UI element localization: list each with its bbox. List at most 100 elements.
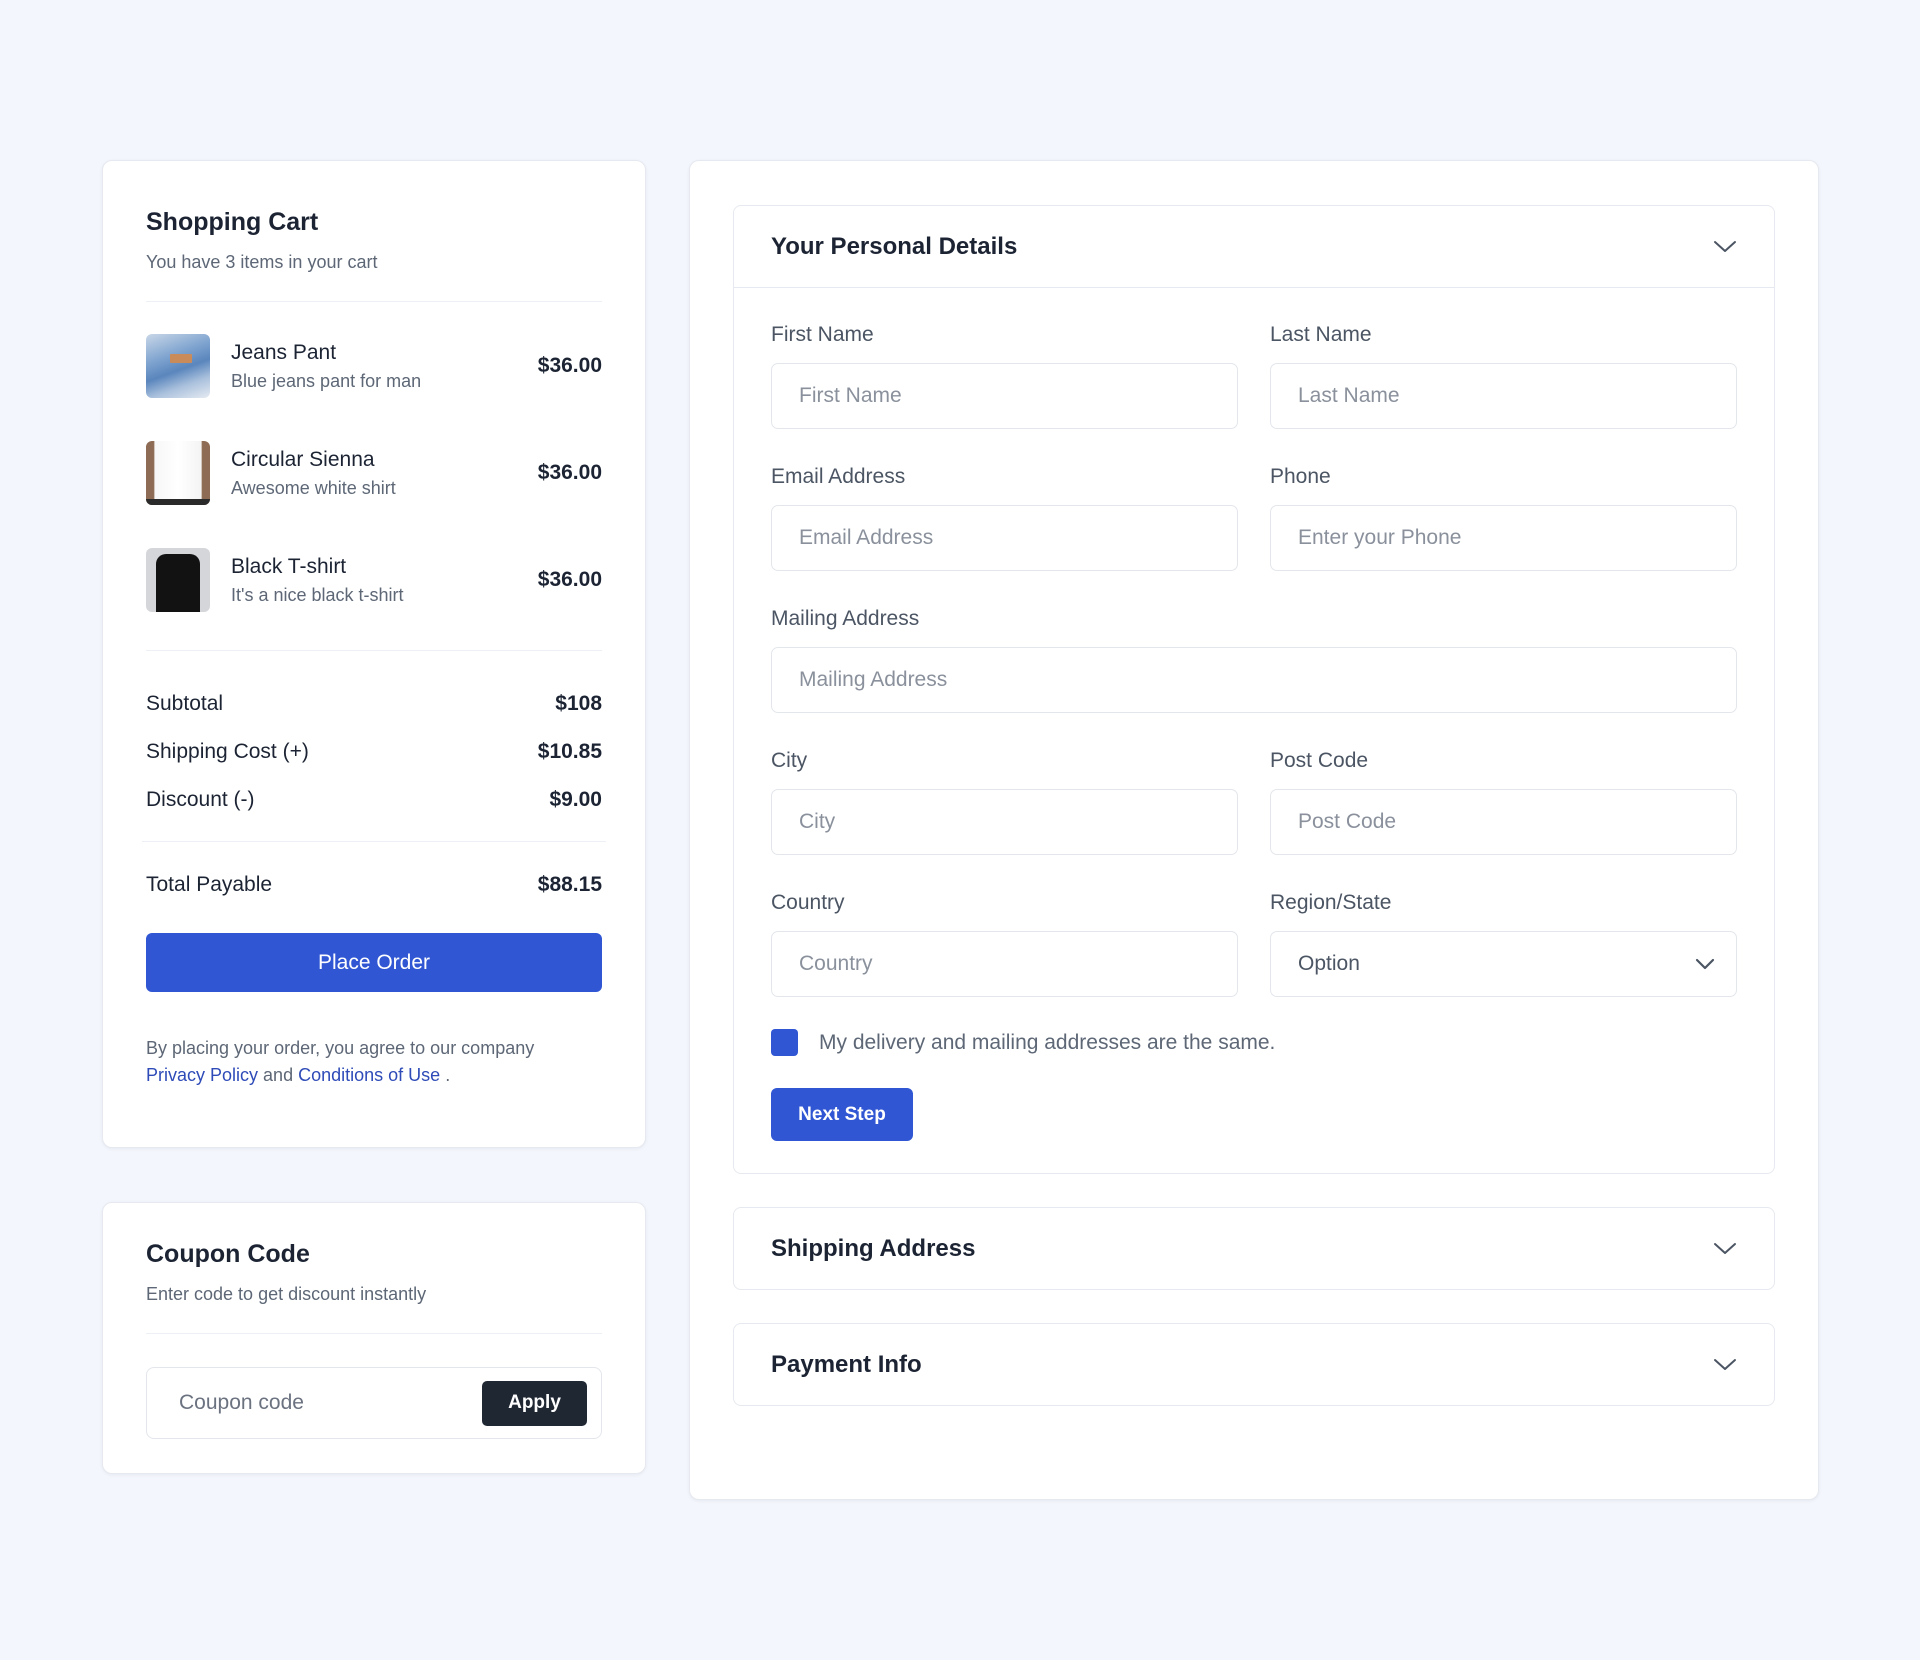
cart-item-name: Jeans Pant bbox=[231, 341, 337, 364]
same-address-checkbox[interactable] bbox=[771, 1029, 798, 1056]
chevron-down-icon[interactable] bbox=[1712, 1352, 1738, 1378]
first-name-field: First Name bbox=[771, 322, 1238, 429]
cart-subtitle: You have 3 items in your cart bbox=[146, 252, 378, 272]
coupon-form: Apply bbox=[146, 1367, 602, 1439]
place-order-button[interactable]: Place Order bbox=[146, 933, 602, 992]
shipping-cost-value: $10.85 bbox=[537, 740, 602, 763]
total-payable-row: Total Payable $88.15 bbox=[146, 872, 602, 898]
black-tshirt-image bbox=[146, 548, 210, 612]
cart-item-description: It's a nice black t-shirt bbox=[231, 585, 404, 605]
shipping-address-title: Shipping Address bbox=[771, 1234, 976, 1262]
coupon-code-card: Coupon Code Enter code to get discount i… bbox=[102, 1202, 646, 1474]
cart-item-name: Circular Sienna bbox=[231, 448, 375, 471]
email-label: Email Address bbox=[771, 465, 906, 488]
form-row: Email Address Phone bbox=[771, 464, 1737, 571]
last-name-field: Last Name bbox=[1270, 322, 1737, 429]
post-code-field: Post Code bbox=[1270, 748, 1737, 855]
region-field: Region/State Option bbox=[1270, 890, 1737, 997]
form-row: First Name Last Name bbox=[771, 322, 1737, 429]
mailing-address-field: Mailing Address bbox=[771, 606, 1737, 713]
white-shirt-image bbox=[146, 441, 210, 505]
cart-item: Circular Sienna Awesome white shirt $36.… bbox=[146, 441, 602, 505]
cart-item-price: $36.00 bbox=[537, 354, 602, 377]
personal-details-accordion: Your Personal Details First Name Last Na… bbox=[733, 205, 1775, 1174]
form-row: Mailing Address bbox=[771, 606, 1737, 713]
total-payable-label: Total Payable bbox=[146, 873, 273, 896]
jeans-pant-image bbox=[146, 334, 210, 398]
payment-info-accordion: Payment Info bbox=[733, 1323, 1775, 1406]
last-name-input[interactable] bbox=[1270, 363, 1737, 429]
cart-item-price: $36.00 bbox=[537, 568, 602, 591]
divider bbox=[142, 841, 606, 842]
payment-info-header[interactable]: Payment Info bbox=[734, 1324, 1774, 1405]
shipping-address-header[interactable]: Shipping Address bbox=[734, 1208, 1774, 1289]
coupon-title: Coupon Code bbox=[146, 1240, 310, 1268]
mailing-address-label: Mailing Address bbox=[771, 607, 920, 630]
shipping-address-accordion: Shipping Address bbox=[733, 1207, 1775, 1290]
chevron-down-icon bbox=[1692, 951, 1718, 977]
order-summary: Subtotal $108 Shipping Cost (+) $10.85 D… bbox=[146, 691, 602, 813]
email-field: Email Address bbox=[771, 464, 1238, 571]
city-input[interactable] bbox=[771, 789, 1238, 855]
cart-item-info: Jeans Pant Blue jeans pant for man bbox=[231, 340, 538, 392]
country-input[interactable] bbox=[771, 931, 1238, 997]
total-payable-value: $88.15 bbox=[537, 873, 602, 896]
phone-field: Phone bbox=[1270, 464, 1737, 571]
divider bbox=[146, 650, 602, 651]
discount-row: Discount (-) $9.00 bbox=[146, 787, 602, 813]
region-select-value: Option bbox=[1298, 952, 1360, 975]
divider bbox=[146, 301, 602, 302]
phone-input[interactable] bbox=[1270, 505, 1737, 571]
next-step-button[interactable]: Next Step bbox=[771, 1088, 913, 1141]
shipping-cost-label: Shipping Cost (+) bbox=[146, 740, 309, 763]
terms-prefix: By placing your order, you agree to our … bbox=[146, 1038, 535, 1058]
checkout-card: Your Personal Details First Name Last Na… bbox=[689, 160, 1819, 1500]
phone-label: Phone bbox=[1270, 465, 1331, 488]
personal-details-header[interactable]: Your Personal Details bbox=[734, 206, 1774, 287]
same-address-label: My delivery and mailing addresses are th… bbox=[819, 1030, 1276, 1054]
subtotal-value: $108 bbox=[555, 692, 602, 715]
post-code-label: Post Code bbox=[1270, 749, 1369, 772]
email-input[interactable] bbox=[771, 505, 1238, 571]
cart-item: Jeans Pant Blue jeans pant for man $36.0… bbox=[146, 334, 602, 398]
coupon-code-input[interactable] bbox=[179, 1391, 482, 1415]
chevron-down-icon[interactable] bbox=[1712, 1236, 1738, 1262]
apply-coupon-button[interactable]: Apply bbox=[482, 1380, 587, 1426]
discount-value: $9.00 bbox=[549, 788, 602, 811]
personal-details-body: First Name Last Name Email Address Phone bbox=[734, 287, 1774, 1173]
personal-details-title: Your Personal Details bbox=[771, 232, 1018, 260]
cart-item-info: Black T-shirt It's a nice black t-shirt bbox=[231, 554, 538, 606]
cart-item-price: $36.00 bbox=[537, 461, 602, 484]
cart-item-name: Black T-shirt bbox=[231, 555, 347, 578]
form-row: Country Region/State Option bbox=[771, 890, 1737, 997]
post-code-input[interactable] bbox=[1270, 789, 1737, 855]
country-label: Country bbox=[771, 891, 845, 914]
cart-item-description: Blue jeans pant for man bbox=[231, 371, 422, 391]
country-field: Country bbox=[771, 890, 1238, 997]
same-address-option: My delivery and mailing addresses are th… bbox=[771, 1029, 1737, 1056]
cart-item-list: Jeans Pant Blue jeans pant for man $36.0… bbox=[146, 334, 602, 612]
discount-label: Discount (-) bbox=[146, 788, 255, 811]
cart-title: Shopping Cart bbox=[146, 208, 319, 236]
cart-item-description: Awesome white shirt bbox=[231, 478, 396, 498]
privacy-policy-link[interactable]: Privacy Policy bbox=[146, 1065, 258, 1085]
first-name-input[interactable] bbox=[771, 363, 1238, 429]
shopping-cart-card: Shopping Cart You have 3 items in your c… bbox=[102, 160, 646, 1148]
cart-item: Black T-shirt It's a nice black t-shirt … bbox=[146, 548, 602, 612]
mailing-address-input[interactable] bbox=[771, 647, 1737, 713]
first-name-label: First Name bbox=[771, 323, 874, 346]
cart-item-info: Circular Sienna Awesome white shirt bbox=[231, 447, 538, 499]
conditions-of-use-link[interactable]: Conditions of Use bbox=[298, 1065, 440, 1085]
divider bbox=[146, 1333, 602, 1334]
region-label: Region/State bbox=[1270, 891, 1392, 914]
city-label: City bbox=[771, 749, 808, 772]
shipping-cost-row: Shipping Cost (+) $10.85 bbox=[146, 739, 602, 765]
coupon-subtitle: Enter code to get discount instantly bbox=[146, 1284, 427, 1304]
terms-and: and bbox=[263, 1065, 294, 1085]
chevron-down-icon[interactable] bbox=[1712, 234, 1738, 260]
last-name-label: Last Name bbox=[1270, 323, 1372, 346]
payment-info-title: Payment Info bbox=[771, 1350, 922, 1378]
region-select[interactable]: Option bbox=[1270, 931, 1737, 997]
terms-suffix: . bbox=[445, 1065, 451, 1085]
subtotal-row: Subtotal $108 bbox=[146, 691, 602, 717]
